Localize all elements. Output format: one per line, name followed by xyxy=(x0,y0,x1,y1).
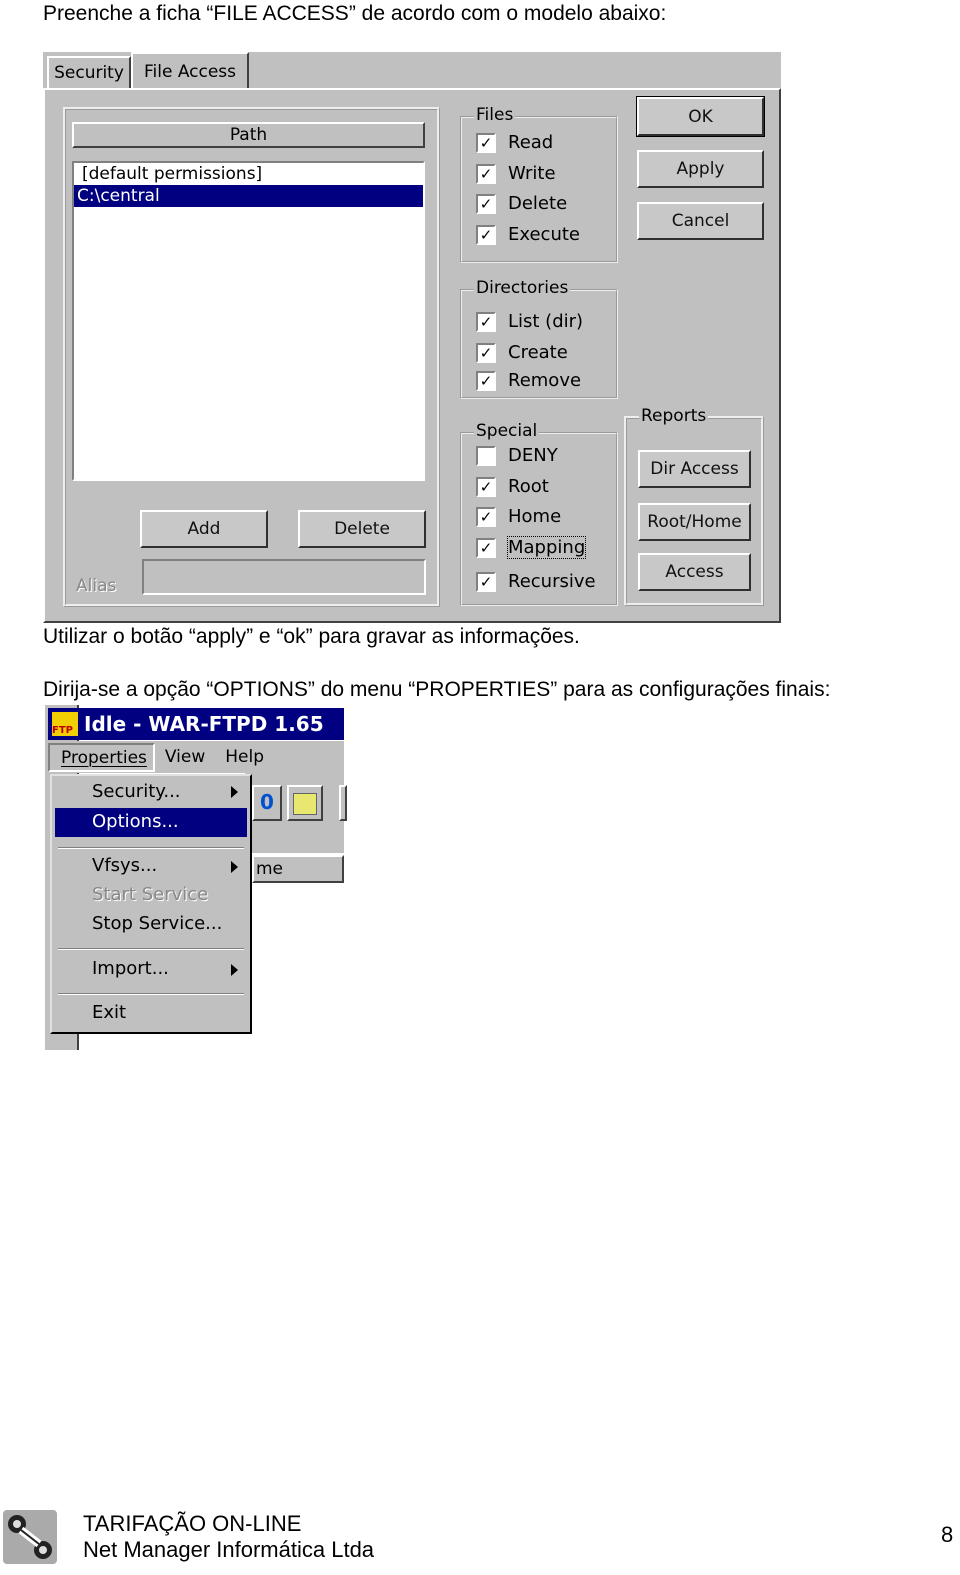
war-ftpd-window: FTP Idle - WAR-FTPD 1.65 Properties View… xyxy=(45,705,347,1050)
alias-input[interactable] xyxy=(142,559,426,595)
checkmark-icon: ✓ xyxy=(476,311,496,332)
note-text: Utilizar o botão “apply” e “ok” para gra… xyxy=(43,625,580,648)
checkbox-label: Delete xyxy=(508,193,568,214)
menu-item-start-service: Start Service xyxy=(92,884,209,905)
checkbox-deny[interactable]: DENY xyxy=(476,445,558,466)
checkbox-remove[interactable]: ✓ Remove xyxy=(476,370,581,391)
menu-item-vfsys[interactable]: Vfsys... xyxy=(92,855,157,876)
checkbox-root[interactable]: ✓ Root xyxy=(476,476,549,497)
toolbar-button-partial[interactable] xyxy=(339,785,347,821)
checkmark-icon: ✓ xyxy=(476,370,496,391)
delete-button[interactable]: Delete xyxy=(298,510,426,548)
checkbox-recursive[interactable]: ✓ Recursive xyxy=(476,571,596,592)
checkbox-read[interactable]: ✓ Read xyxy=(476,132,553,153)
list-item[interactable]: [default permissions] xyxy=(74,163,423,185)
menu-item-options[interactable]: Options... xyxy=(92,811,179,832)
checkbox-home[interactable]: ✓ Home xyxy=(476,506,561,527)
add-button[interactable]: Add xyxy=(140,510,268,548)
reports-group-label: Reports xyxy=(639,406,709,426)
checkmark-icon: ✓ xyxy=(476,476,496,497)
checkbox-label: Execute xyxy=(508,224,580,245)
menu-view[interactable]: View xyxy=(165,747,205,767)
menu-separator xyxy=(58,847,244,849)
window-title: Idle - WAR-FTPD 1.65 xyxy=(84,712,324,736)
checkbox-label: Read xyxy=(508,132,554,153)
checkmark-icon: ✓ xyxy=(476,132,496,153)
checkbox-label: Root xyxy=(508,476,549,497)
apply-button[interactable]: Apply xyxy=(637,150,764,188)
file-access-dialog: Security File Access Path [default permi… xyxy=(43,52,781,623)
checkbox-label: Recursive xyxy=(508,571,596,592)
menu-item-stop-service[interactable]: Stop Service... xyxy=(92,913,222,934)
tab-file-access[interactable]: File Access xyxy=(131,52,249,90)
properties-dropdown-menu: Security... Options... Vfsys... Start Se… xyxy=(50,774,252,1034)
checkbox-label: Remove xyxy=(508,370,582,391)
menu-bar: Properties View Help xyxy=(48,741,344,773)
path-column-header[interactable]: Path xyxy=(72,122,425,148)
checkmark-icon: ✓ xyxy=(476,193,496,214)
checkbox-list-dir[interactable]: ✓ List (dir) xyxy=(476,311,583,332)
checkmark-icon: ✓ xyxy=(476,537,496,558)
checkbox-write[interactable]: ✓ Write xyxy=(476,163,556,184)
list-item-selected[interactable]: C:\central xyxy=(74,185,423,207)
submenu-arrow-icon xyxy=(231,786,238,798)
ftp-app-icon: FTP xyxy=(52,712,78,736)
checkbox-label: DENY xyxy=(508,445,558,466)
title-bar: FTP Idle - WAR-FTPD 1.65 xyxy=(48,708,344,740)
checkmark-icon: ✓ xyxy=(476,342,496,363)
cancel-button[interactable]: Cancel xyxy=(637,202,764,240)
directories-group-label: Directories xyxy=(474,278,571,298)
checkbox-mapping[interactable]: ✓ Mapping xyxy=(476,536,587,559)
menu-intro-text: Dirija-se a opção “OPTIONS” do menu “PRO… xyxy=(43,678,831,701)
checkbox-create[interactable]: ✓ Create xyxy=(476,342,568,363)
checkbox-label: List (dir) xyxy=(508,311,584,332)
special-group-label: Special xyxy=(474,421,540,441)
files-group-label: Files xyxy=(474,105,516,125)
checkmark-icon: ✓ xyxy=(476,571,496,592)
checkbox-label: Write xyxy=(508,163,556,184)
empty-checkbox-icon xyxy=(476,445,496,466)
tab-label: File Access xyxy=(143,62,237,82)
menu-separator xyxy=(58,993,244,995)
alias-label: Alias xyxy=(76,576,117,596)
report-dir-access-button[interactable]: Dir Access xyxy=(638,450,751,488)
checkbox-delete[interactable]: ✓ Delete xyxy=(476,193,567,214)
menu-properties[interactable]: Properties xyxy=(48,742,155,772)
toolbar-button-zero[interactable]: 0 xyxy=(252,785,282,821)
folder-user-icon[interactable] xyxy=(287,785,323,821)
checkbox-label: Create xyxy=(508,342,568,363)
checkmark-icon: ✓ xyxy=(476,506,496,527)
footer-title: TARIFAÇÃO ON-LINE xyxy=(83,1511,302,1536)
tab-security[interactable]: Security xyxy=(47,56,131,90)
report-root-home-button[interactable]: Root/Home xyxy=(638,503,751,541)
footer-company: Net Manager Informática Ltda xyxy=(83,1537,375,1562)
menu-item-import[interactable]: Import... xyxy=(92,958,169,979)
checkbox-label: Mapping xyxy=(506,536,587,559)
report-access-button[interactable]: Access xyxy=(638,553,751,591)
checkmark-icon: ✓ xyxy=(476,224,496,245)
menu-help[interactable]: Help xyxy=(225,747,264,767)
path-header-label: Path xyxy=(229,125,268,145)
submenu-arrow-icon xyxy=(231,861,238,873)
page-number: 8 xyxy=(941,1522,954,1547)
checkbox-execute[interactable]: ✓ Execute xyxy=(476,224,580,245)
checkbox-label: Home xyxy=(508,506,562,527)
checkmark-icon: ✓ xyxy=(476,163,496,184)
column-header[interactable]: me xyxy=(252,855,344,883)
ok-button[interactable]: OK xyxy=(636,96,765,137)
menu-item-exit[interactable]: Exit xyxy=(92,1002,126,1023)
tab-label: Security xyxy=(54,63,124,83)
intro-text: Preenche a ficha “FILE ACCESS” de acordo… xyxy=(43,2,667,25)
path-list[interactable]: [default permissions] C:\central xyxy=(72,161,425,481)
company-logo-icon xyxy=(3,1510,57,1564)
menu-item-security[interactable]: Security... xyxy=(92,781,181,802)
submenu-arrow-icon xyxy=(231,964,238,976)
menu-separator xyxy=(58,948,244,950)
